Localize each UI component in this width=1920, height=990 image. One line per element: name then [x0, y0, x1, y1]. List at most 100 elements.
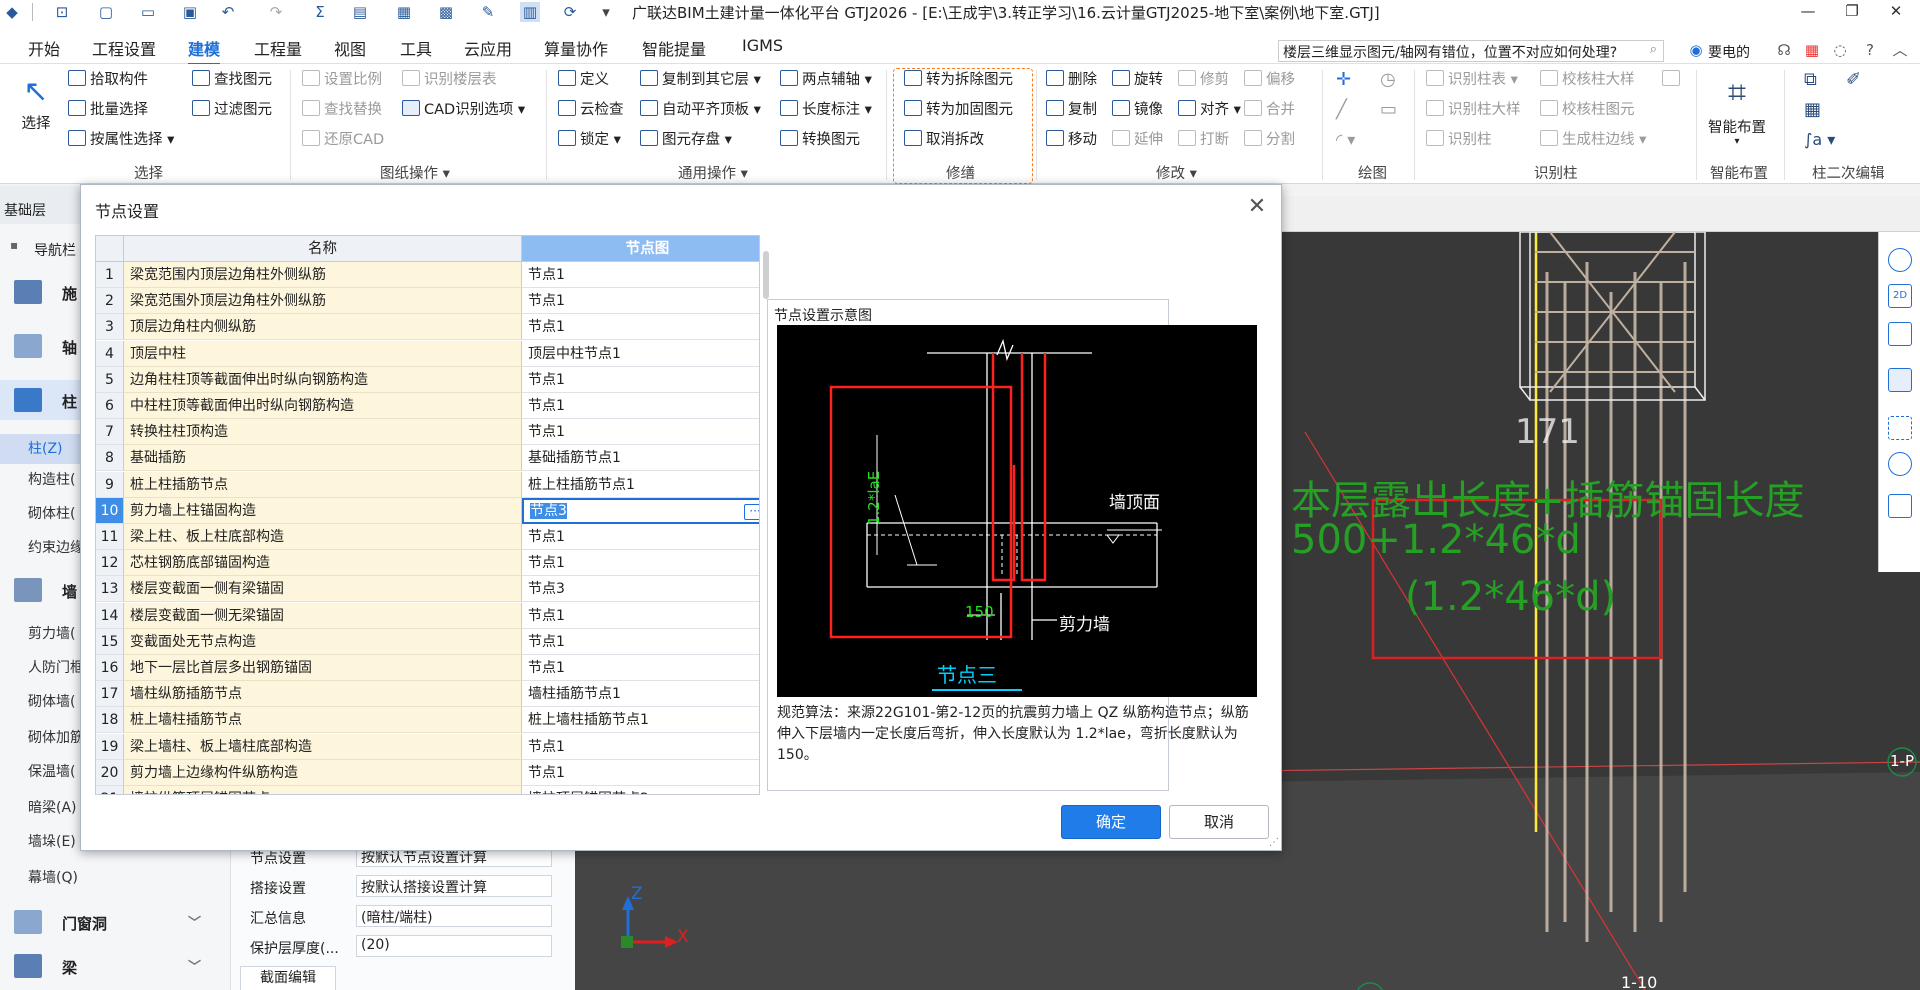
report-icon[interactable]: ▤ [350, 2, 370, 22]
row-node-value[interactable]: 节点1 [522, 288, 759, 315]
find-replace-button[interactable]: 查找替换 [302, 99, 382, 121]
pin-icon[interactable]: ▪ [10, 238, 18, 252]
help-icon[interactable]: ? [1860, 40, 1880, 60]
mirror-button[interactable]: 镜像 [1112, 99, 1163, 121]
lock-button[interactable]: 锁定 ▾ [558, 129, 621, 151]
menu-view[interactable]: 视图 [334, 36, 366, 60]
menu-modeling[interactable]: 建模 [188, 36, 221, 66]
row-node-value[interactable]: 节点1 [522, 314, 759, 341]
user-name[interactable]: 要电的 [1708, 42, 1750, 62]
identify-column-table-button[interactable]: 识别柱表 ▾ [1426, 69, 1518, 91]
row-node-value[interactable]: 节点1 [522, 655, 759, 681]
batch-select-button[interactable]: 批量选择 [68, 99, 148, 121]
nav-item-curtain-wall[interactable]: 幕墙(Q) [0, 864, 210, 892]
restore-icon[interactable]: ❐ [1830, 0, 1874, 24]
rotate-point-icon[interactable]: ◷ [1380, 69, 1396, 91]
find-element-button[interactable]: 查找图元 [192, 69, 272, 91]
copy-to-floor-button[interactable]: 复制到其它层 ▾ [640, 69, 761, 91]
length-dimension-button[interactable]: 长度标注 ▾ [780, 99, 872, 121]
two-point-axis-button[interactable]: 两点辅轴 ▾ [780, 69, 872, 91]
line-draw-icon[interactable]: ╱ [1336, 99, 1347, 121]
table-row[interactable]: 4 顶层中柱 顶层中柱节点1 [96, 340, 759, 367]
table-row[interactable]: 15 变截面处无节点构造 节点1 [96, 628, 759, 655]
skin-icon[interactable]: ◌ [1830, 40, 1850, 60]
table-row[interactable]: 20 剪力墙上边缘构件纵筋构造 节点1 [96, 759, 759, 786]
column-edit-icon[interactable]: ⧉ [1804, 69, 1817, 91]
row-node-value[interactable]: 桩上柱插筋节点1 [522, 472, 759, 498]
pick-component-button[interactable]: 拾取构件 [68, 69, 148, 91]
rotate-button[interactable]: 旋转 [1112, 69, 1163, 91]
nav-category-door-window[interactable]: 门窗洞 ﹀ [0, 902, 210, 942]
trim-button[interactable]: 修剪 [1178, 69, 1229, 91]
orbit-icon[interactable] [1888, 248, 1912, 272]
calculator-icon[interactable]: ▦ [1802, 40, 1822, 60]
prop-value[interactable]: (暗柱/端柱) [356, 905, 552, 927]
table-row[interactable]: 6 中柱柱顶等截面伸出时纵向钢筋构造 节点1 [96, 393, 759, 419]
grid-icon[interactable]: ▦ [394, 2, 414, 22]
menu-igms[interactable]: IGMS [742, 36, 783, 55]
convert-element-button[interactable]: 转换图元 [780, 129, 860, 151]
row-node-value[interactable]: 顶层中柱节点1 [522, 341, 759, 367]
resize-grip-icon[interactable]: ⋰ [1269, 837, 1279, 848]
table-row[interactable]: 5 边角柱柱顶等截面伸出时纵向钢筋构造 节点1 [96, 366, 759, 393]
open-folder-icon[interactable]: ▭ [138, 2, 158, 22]
prop-value[interactable]: (20) [356, 935, 552, 957]
table-row[interactable]: 18 桩上墙柱插筋节点 桩上墙柱插筋节点1 [96, 707, 759, 734]
table-row[interactable]: 13 楼层变截面一侧有梁锚固 节点3 [96, 576, 759, 603]
menu-collaboration[interactable]: 算量协作 [544, 36, 608, 60]
table-row[interactable]: 16 地下一层比首层多出钢筋锚固 节点1 [96, 655, 759, 681]
menu-tools[interactable]: 工具 [400, 36, 432, 60]
row-node-value[interactable]: 节点3 ··· [522, 497, 759, 524]
view-cube-icon[interactable] [1888, 368, 1912, 392]
collapse-ribbon-icon[interactable]: ︿ [1890, 40, 1910, 60]
ellipsis-button[interactable]: ··· [744, 503, 759, 520]
row-node-value[interactable]: 节点1 [522, 734, 759, 760]
nav-category-beam[interactable]: 梁 ﹀ [0, 946, 210, 986]
new-file-icon[interactable]: ▢ [96, 2, 116, 22]
close-icon[interactable]: ✕ [1243, 193, 1271, 221]
fit-view-icon[interactable] [1888, 416, 1912, 440]
row-node-value[interactable]: 墙柱顶层锚固节点2 [522, 786, 759, 794]
save-icon[interactable]: ▣ [180, 2, 200, 22]
arc-draw-icon[interactable]: ◜ ▾ [1336, 129, 1355, 151]
check-column-detail-button[interactable]: 校核柱大样 [1540, 69, 1635, 91]
move-button[interactable]: 移动 [1046, 129, 1097, 151]
menu-cloud[interactable]: 云应用 [464, 36, 512, 60]
cloud-check-button[interactable]: 云检查 [558, 99, 624, 121]
copy-button[interactable]: 复制 [1046, 99, 1097, 121]
table-row[interactable]: 2 梁宽范围外顶层边角柱外侧纵筋 节点1 [96, 288, 759, 315]
rect-draw-icon[interactable]: ▭ [1380, 99, 1397, 121]
draw-icon[interactable]: ✎ [478, 2, 498, 22]
table-row[interactable]: 14 楼层变截面一侧无梁锚固 节点1 [96, 602, 759, 629]
table-row[interactable]: 7 转换柱柱顶构造 节点1 [96, 419, 759, 446]
identify-column-button[interactable]: 识别柱 [1426, 129, 1492, 151]
generate-column-edge-button[interactable]: 生成柱边线 ▾ [1540, 129, 1646, 151]
floor-icon[interactable]: ▥ [520, 2, 540, 22]
undo-icon[interactable]: ↶ [218, 2, 238, 22]
offset-button[interactable]: 偏移 [1244, 69, 1295, 91]
menu-start[interactable]: 开始 [28, 36, 60, 60]
set-scale-button[interactable]: 设置比例 [302, 69, 382, 91]
settings-list-icon[interactable] [1888, 494, 1912, 518]
pick-icon[interactable]: ⊡ [52, 2, 72, 22]
define-button[interactable]: 定义 [558, 69, 609, 91]
row-node-value[interactable]: 节点1 [522, 550, 759, 577]
select-button[interactable]: ↖ 选择 [14, 72, 58, 133]
menu-quantity[interactable]: 工程量 [254, 36, 302, 60]
user-avatar-icon[interactable]: ◉ [1686, 40, 1706, 60]
tab-section-edit[interactable]: 截面编辑 [240, 966, 336, 990]
floor-selector[interactable]: 基础层 [4, 200, 46, 220]
restore-cad-button[interactable]: 还原CAD [302, 129, 384, 151]
row-node-value[interactable]: 节点1 [522, 393, 759, 419]
3d-cube-icon[interactable] [1888, 322, 1912, 346]
help-search-input[interactable]: 楼层三维显示图元/轴网有错位，位置不对应如何处理? ⌕ [1278, 40, 1664, 62]
minimize-icon[interactable]: — [1786, 0, 1830, 24]
sync-icon[interactable]: ⟳ [560, 2, 580, 22]
table-row[interactable]: 11 梁上柱、板上柱底部构造 节点1 [96, 524, 759, 550]
display-settings-icon[interactable] [1888, 452, 1912, 476]
merge-button[interactable]: 合并 [1244, 99, 1295, 121]
table-row[interactable]: 12 芯柱钢筋底部锚固构造 节点1 [96, 550, 759, 577]
layer-icon[interactable]: ▩ [436, 2, 456, 22]
row-node-value[interactable]: 节点1 [522, 603, 759, 629]
split-button[interactable]: 分割 [1244, 129, 1295, 151]
